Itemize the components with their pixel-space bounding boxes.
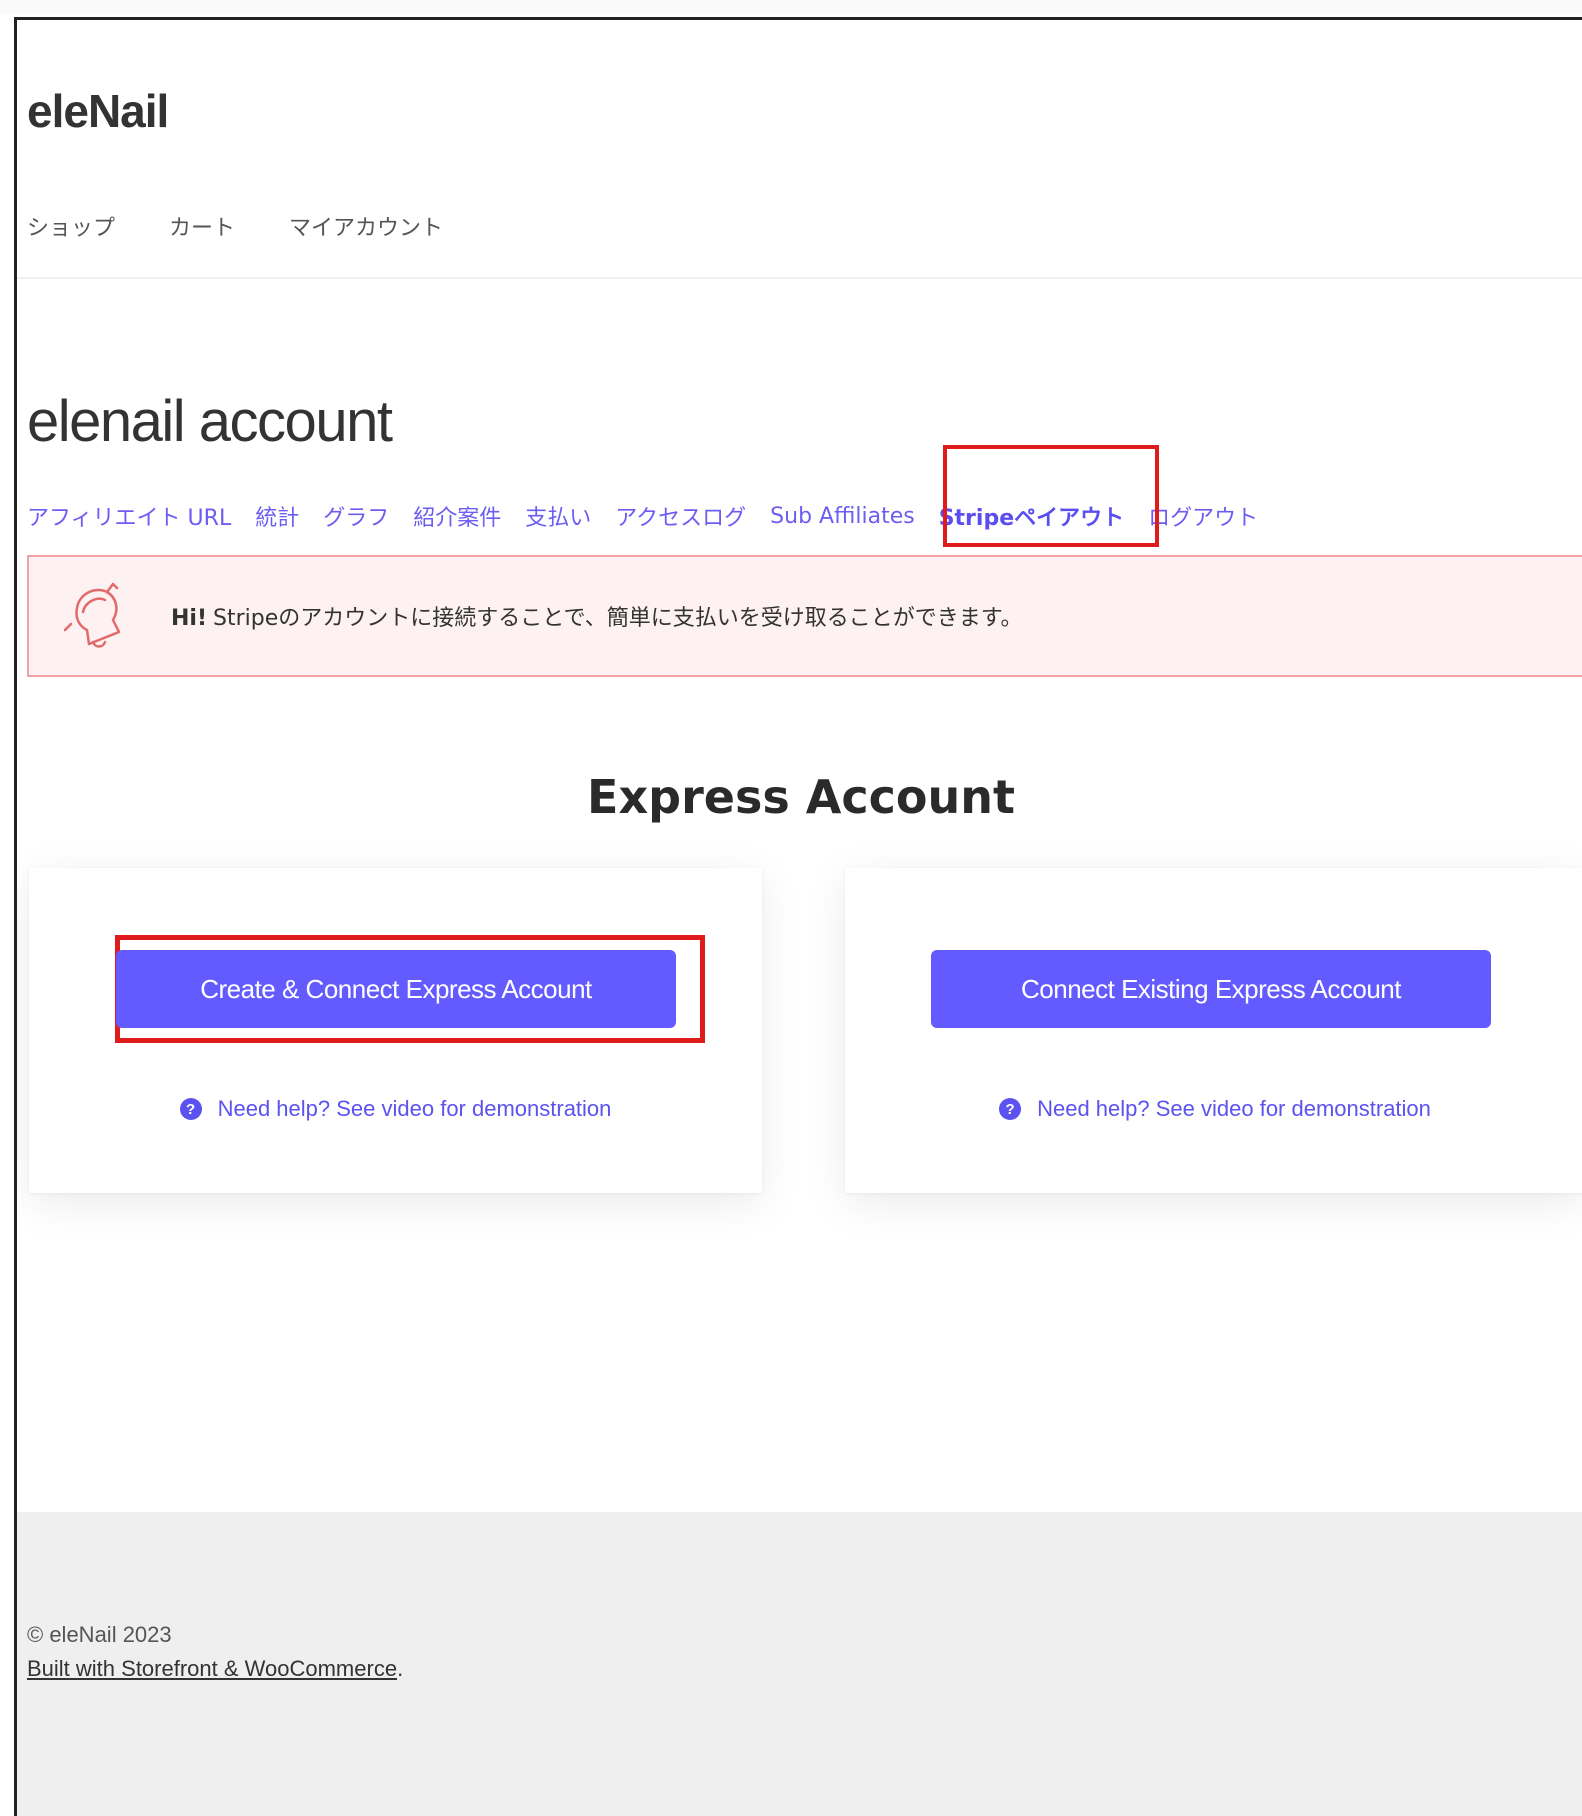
tab-payouts[interactable]: 支払い [525,500,591,532]
tab-graphs[interactable]: グラフ [323,500,389,532]
header-divider [17,277,1582,279]
help-link-text[interactable]: Need help? See video for demonstration [218,1096,612,1122]
nav-item-cart[interactable]: カート [169,210,235,242]
tab-access-log[interactable]: アクセスログ [615,500,746,532]
stripe-notice: Hi! Stripeのアカウントに接続することで、簡単に支払いを受け取ることができ… [27,555,1582,677]
main-nav: ショップ カート マイアカウント [27,210,443,242]
nav-item-shop[interactable]: ショップ [27,210,115,242]
create-connect-express-button[interactable]: Create & Connect Express Account [116,950,676,1028]
tab-sub-affiliates[interactable]: Sub Affiliates [770,504,915,529]
site-title[interactable]: eleNail [27,84,169,138]
notice-message: Stripeのアカウントに接続することで、簡単に支払いを受け取ることができます。 [213,606,1023,631]
create-account-card: Create & Connect Express Account ? Need … [29,868,762,1193]
built-with: Built with Storefront & WooCommerce. [27,1656,403,1682]
question-icon: ? [179,1098,202,1120]
question-icon: ? [999,1098,1022,1120]
tab-stats[interactable]: 統計 [255,500,299,532]
bell-icon [63,582,121,648]
help-link-create[interactable]: ? Need help? See video for demonstration [29,1096,762,1122]
notice-greeting: Hi! [171,606,207,631]
page-frame: eleNail ショップ カート マイアカウント elenail account… [14,17,1582,1816]
connect-existing-card: Connect Existing Express Account ? Need … [845,868,1582,1193]
site-footer: © eleNail 2023 Built with Storefront & W… [17,1512,1582,1816]
page-title: elenail account [27,389,393,454]
copyright: © eleNail 2023 [27,1622,172,1647]
tab-affiliate-url[interactable]: アフィリエイト URL [27,500,231,532]
tab-logout[interactable]: ログアウト [1148,500,1258,532]
help-link-connect[interactable]: ? Need help? See video for demonstration [845,1096,1582,1122]
express-account-title: Express Account [587,770,1015,824]
tab-referrals[interactable]: 紹介案件 [413,500,501,532]
built-with-link[interactable]: Built with Storefront & WooCommerce [27,1656,397,1681]
connect-existing-express-button[interactable]: Connect Existing Express Account [931,950,1491,1028]
help-link-text[interactable]: Need help? See video for demonstration [1037,1096,1431,1122]
built-with-suffix: . [397,1656,404,1681]
notice-text: Hi! Stripeのアカウントに接続することで、簡単に支払いを受け取ることができ… [171,600,1023,632]
stripe-tab-highlight-box [943,445,1159,547]
top-strip [0,0,1582,14]
nav-item-my-account[interactable]: マイアカウント [289,210,443,242]
